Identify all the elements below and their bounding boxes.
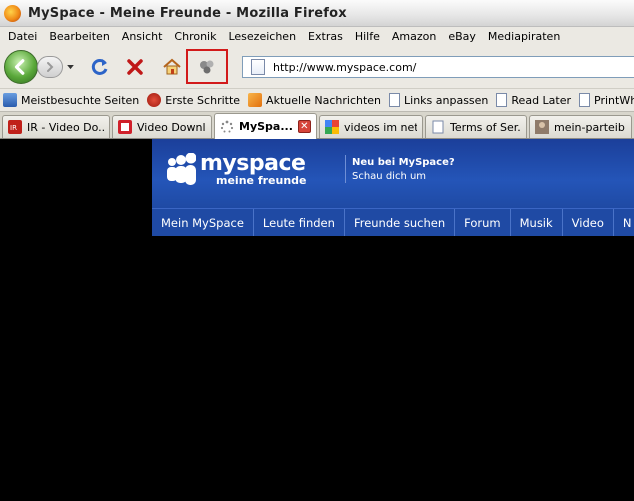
nav-freunde-suchen[interactable]: Freunde suchen xyxy=(345,209,456,236)
myspace-nav: Mein MySpace Leute finden Freunde suchen… xyxy=(152,208,634,236)
bookmark-aktuelle-nachrichten[interactable]: Aktuelle Nachrichten xyxy=(248,93,381,107)
menu-mediapiraten[interactable]: Mediapiraten xyxy=(482,30,566,43)
menu-hilfe[interactable]: Hilfe xyxy=(349,30,386,43)
bookmark-erste-schritte[interactable]: Erste Schritte xyxy=(147,93,240,107)
tab-video-downloader[interactable]: Video Downl... xyxy=(112,115,212,138)
back-button[interactable] xyxy=(4,50,38,84)
window-title: MySpace - Meine Freunde - Mozilla Firefo… xyxy=(28,5,347,21)
myspace-logo[interactable]: myspace meine freunde xyxy=(166,153,306,187)
nav-forum[interactable]: Forum xyxy=(455,209,511,236)
myspace-logo-text: myspace xyxy=(200,151,306,176)
page-content: myspace meine freunde Neu bei MySpace? S… xyxy=(0,139,634,501)
dropdown-arrow-icon xyxy=(66,64,74,69)
tab-videos-im-net[interactable]: videos im net... xyxy=(319,115,423,138)
myspace-promo: Neu bei MySpace? Schau dich um xyxy=(352,156,455,184)
stop-icon xyxy=(127,59,143,75)
tab-mein-parteibuch[interactable]: mein-parteib... xyxy=(529,115,632,138)
menu-bar: Datei Bearbeiten Ansicht Chronik Lesezei… xyxy=(0,27,634,46)
menu-amazon[interactable]: Amazon xyxy=(386,30,442,43)
tab-label: IR - Video Do... xyxy=(27,120,104,134)
myspace-logo-subtitle: meine freunde xyxy=(216,174,307,187)
rss-icon xyxy=(248,93,263,107)
bookmark-folder-icon xyxy=(3,93,17,107)
menu-ebay[interactable]: eBay xyxy=(442,30,482,43)
tab-bar: IR IR - Video Do... Video Downl... MySpa… xyxy=(0,111,634,139)
nav-mein-myspace[interactable]: Mein MySpace xyxy=(152,209,254,236)
page-icon xyxy=(432,120,444,134)
url-text[interactable]: http://www.myspace.com/ xyxy=(273,61,416,74)
tab-label: Terms of Ser... xyxy=(450,120,521,134)
menu-chronik[interactable]: Chronik xyxy=(168,30,222,43)
close-tab-icon[interactable]: ✕ xyxy=(297,120,311,133)
menu-bearbeiten[interactable]: Bearbeiten xyxy=(43,30,115,43)
menu-ansicht[interactable]: Ansicht xyxy=(116,30,169,43)
tab-ir-video[interactable]: IR IR - Video Do... xyxy=(2,115,110,138)
bookmark-printwhatyoulike[interactable]: PrintWhatYouLike xyxy=(579,93,634,107)
bookmark-label: Read Later xyxy=(511,93,572,107)
promo-title: Neu bei MySpace? xyxy=(352,157,455,168)
extension-button[interactable] xyxy=(196,56,218,78)
back-arrow-icon xyxy=(14,59,25,75)
myspace-header: myspace meine freunde Neu bei MySpace? S… xyxy=(152,139,634,208)
ir-favicon-icon: IR xyxy=(8,120,22,134)
tab-myspace[interactable]: MySpa... ✕ xyxy=(214,113,317,139)
bookmark-label: PrintWhatYouLike xyxy=(594,93,634,107)
page-icon xyxy=(251,59,265,75)
forward-arrow-icon xyxy=(47,62,54,72)
navigation-toolbar: http://www.myspace.com/ xyxy=(0,46,634,88)
page-icon xyxy=(579,93,591,107)
bookmark-links-anpassen[interactable]: Links anpassen xyxy=(389,93,488,107)
extension-icon xyxy=(200,60,214,74)
home-button[interactable] xyxy=(161,56,183,78)
bookmark-label: Meistbesuchte Seiten xyxy=(21,93,140,107)
bookmark-label: Aktuelle Nachrichten xyxy=(266,93,382,107)
nav-video[interactable]: Video xyxy=(563,209,614,236)
forward-button[interactable] xyxy=(37,56,63,78)
tab-label: Video Downl... xyxy=(137,120,206,134)
stop-button[interactable] xyxy=(124,56,146,78)
firefox-logo-icon xyxy=(4,4,21,22)
avatar-favicon-icon xyxy=(535,120,549,134)
reload-icon xyxy=(91,58,108,75)
myspace-people-icon xyxy=(167,153,196,185)
nav-leute-finden[interactable]: Leute finden xyxy=(254,209,345,236)
video-favicon-icon xyxy=(118,120,132,134)
title-bar: MySpace - Meine Freunde - Mozilla Firefo… xyxy=(0,0,634,27)
page-icon xyxy=(389,93,401,107)
menu-lesezeichen[interactable]: Lesezeichen xyxy=(222,30,302,43)
tab-label: mein-parteib... xyxy=(554,120,626,134)
url-bar[interactable]: http://www.myspace.com/ xyxy=(242,56,634,78)
bookmarks-toolbar: Meistbesuchte Seiten Erste Schritte Aktu… xyxy=(0,88,634,111)
bookmark-read-later[interactable]: Read Later xyxy=(496,93,571,107)
tab-terms-of-service[interactable]: Terms of Ser... xyxy=(425,115,527,138)
promo-link[interactable]: Schau dich um xyxy=(352,170,455,184)
home-icon xyxy=(163,58,181,75)
menu-extras[interactable]: Extras xyxy=(302,30,349,43)
page-icon xyxy=(496,93,508,107)
svg-text:IR: IR xyxy=(10,124,17,132)
tab-label: MySpa... xyxy=(239,120,293,133)
nav-more[interactable]: N xyxy=(614,209,634,236)
bookmark-label: Erste Schritte xyxy=(165,93,241,107)
header-divider xyxy=(345,155,346,183)
firefox-icon xyxy=(147,93,162,107)
nav-musik[interactable]: Musik xyxy=(511,209,563,236)
reload-button[interactable] xyxy=(89,56,111,78)
loading-spinner-icon xyxy=(220,120,234,132)
google-favicon-icon xyxy=(325,120,339,134)
history-dropdown-button[interactable] xyxy=(64,60,76,74)
bookmark-label: Links anpassen xyxy=(404,93,489,107)
bookmark-meistbesuchte-seiten[interactable]: Meistbesuchte Seiten xyxy=(3,93,139,107)
menu-datei[interactable]: Datei xyxy=(2,30,43,43)
tab-label: videos im net... xyxy=(344,120,417,134)
